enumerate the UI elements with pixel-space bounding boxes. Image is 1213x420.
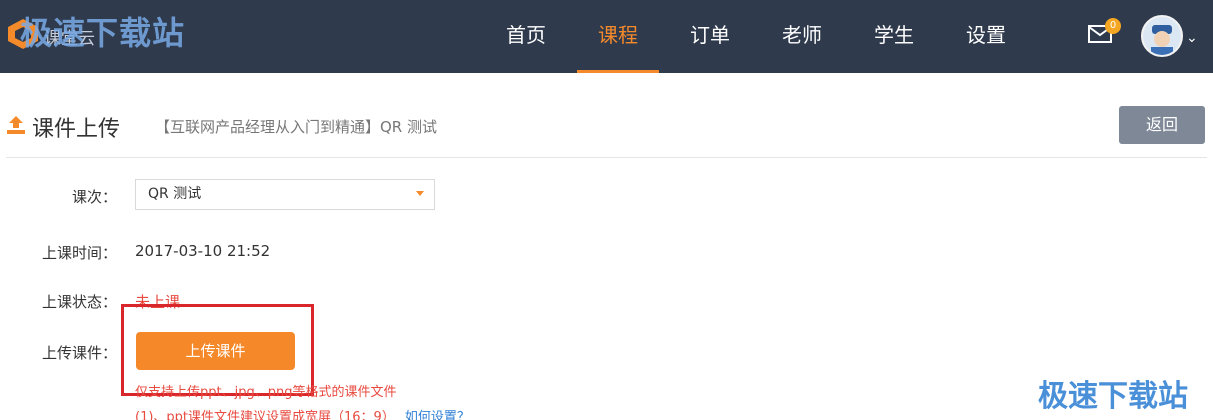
widescreen-hint-text: (1)、ppt课件文件建议设置成宽屏（16：9） xyxy=(135,410,395,420)
time-value: 2017-03-10 21:52 xyxy=(135,242,271,260)
chevron-down-icon[interactable] xyxy=(416,191,424,196)
watermark-bottom: 极速下载站 xyxy=(1038,379,1188,414)
widescreen-hint: (1)、ppt课件文件建议设置成宽屏（16：9） 如何设置？ xyxy=(135,406,470,420)
top-navigation-bar: 课堂云 极速下载站 首页 课程 订单 老师 学生 设置 0 ⌄ xyxy=(0,0,1213,73)
nav-students[interactable]: 学生 xyxy=(848,0,940,73)
page-title: 课件上传 xyxy=(32,117,121,142)
nav-courses[interactable]: 课程 xyxy=(572,0,664,73)
lesson-select[interactable]: QR 测试 xyxy=(135,179,435,210)
course-name: 【互联网产品经理从入门到精通】QR 测试 xyxy=(155,118,437,136)
lesson-label: 课次： xyxy=(71,188,117,206)
nav-settings[interactable]: 设置 xyxy=(940,0,1032,73)
chevron-down-icon[interactable]: ⌄ xyxy=(1186,30,1198,46)
nav-home[interactable]: 首页 xyxy=(480,0,572,73)
upload-label: 上传课件： xyxy=(41,344,117,362)
divider xyxy=(6,157,1207,158)
how-to-set-link[interactable]: 如何设置？ xyxy=(405,410,470,420)
watermark-top: 极速下载站 xyxy=(20,14,186,52)
upload-icon xyxy=(7,116,25,134)
format-hint: 仅支持上传ppt、jpg、png等格式的课件文件 xyxy=(135,385,397,400)
nav-teachers[interactable]: 老师 xyxy=(756,0,848,73)
time-label: 上课时间： xyxy=(41,244,117,262)
main-nav: 首页 课程 订单 老师 学生 设置 xyxy=(480,0,1032,73)
status-label: 上课状态： xyxy=(41,293,117,311)
nav-orders[interactable]: 订单 xyxy=(664,0,756,73)
avatar-icon xyxy=(1143,17,1181,55)
back-button[interactable]: 返回 xyxy=(1119,106,1205,144)
avatar[interactable] xyxy=(1141,15,1183,57)
mail-badge: 0 xyxy=(1105,18,1121,34)
